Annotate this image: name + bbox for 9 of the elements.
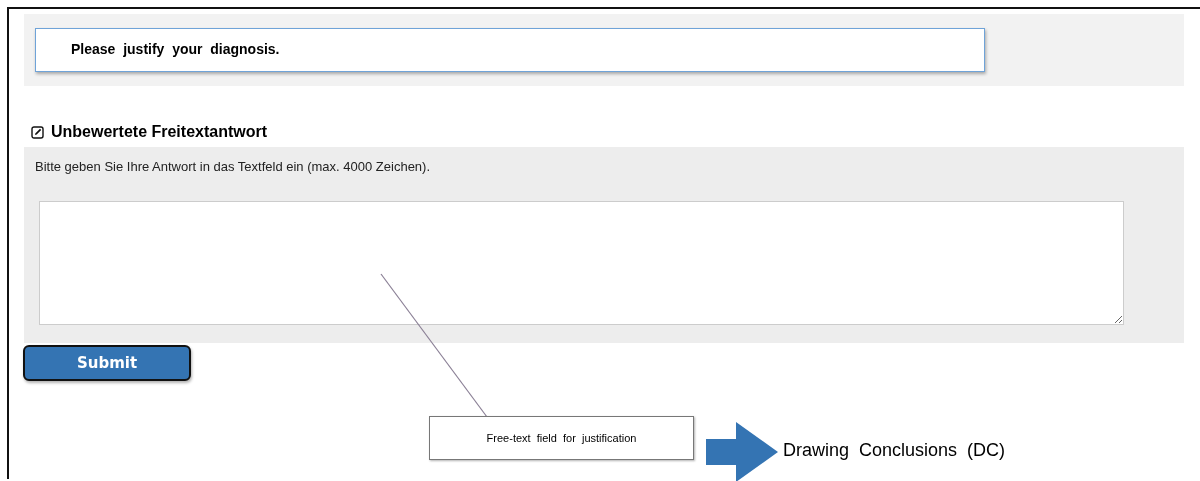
instruction-text: Bitte geben Sie Ihre Antwort in das Textfeld ein (max. 4000 Zeichen).: [35, 159, 432, 174]
answer-field[interactable]: [39, 201, 1124, 325]
result-label: Drawing Conclusions (DC): [783, 440, 1006, 461]
arrow-icon: [706, 422, 778, 481]
question-text: Please justify your diagnosis.: [35, 28, 985, 72]
callout-label: Free-text field for justification: [429, 416, 694, 460]
section-title: Unbewertete Freitextantwort: [51, 123, 268, 141]
edit-icon: [31, 125, 44, 139]
submit-button[interactable]: Submit: [23, 345, 191, 381]
